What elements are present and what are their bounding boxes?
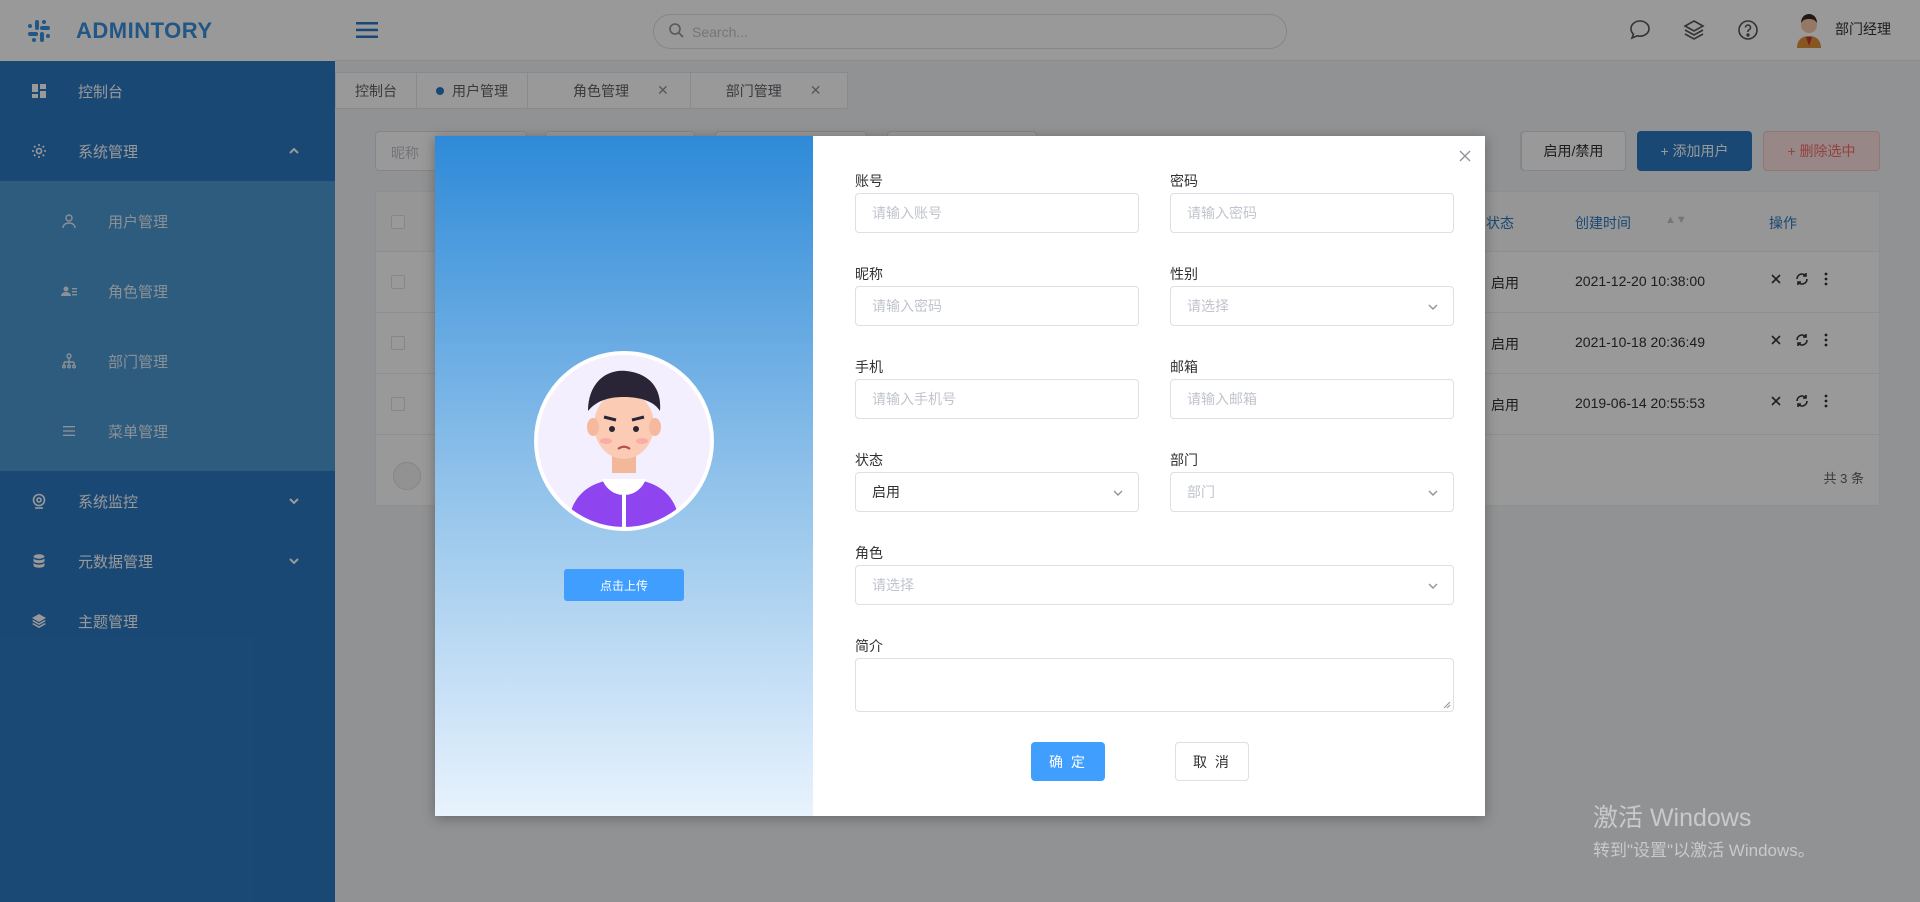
nickname-field[interactable]: 请输入密码 [855,286,1139,326]
gender-select[interactable]: 请选择 [1170,286,1454,326]
resize-handle-icon[interactable] [1443,701,1451,709]
avatar-image[interactable] [534,351,714,531]
nickname-placeholder: 请输入密码 [872,298,942,314]
status-select[interactable]: 启用 [855,472,1139,512]
nickname-label: 昵称 [855,266,883,282]
account-label: 账号 [855,173,883,189]
password-field[interactable]: 请输入密码 [1170,193,1454,233]
gender-label: 性别 [1170,266,1198,282]
password-placeholder: 请输入密码 [1187,205,1257,221]
department-select[interactable]: 部门 [1170,472,1454,512]
cancel-button[interactable]: 取 消 [1175,742,1249,781]
password-label: 密码 [1170,173,1198,189]
chevron-down-icon [1427,300,1439,312]
chevron-down-icon [1112,486,1124,498]
department-placeholder: 部门 [1187,484,1215,500]
status-label: 状态 [855,452,883,468]
upload-avatar-button[interactable]: 点击上传 [564,569,684,601]
bio-textarea[interactable] [855,658,1454,712]
department-label: 部门 [1170,452,1198,468]
windows-activation-watermark: 激活 Windows 转到"设置"以激活 Windows。 [1593,798,1815,861]
account-field[interactable]: 请输入账号 [855,193,1139,233]
watermark-line1: 激活 Windows [1593,804,1752,832]
phone-label: 手机 [855,359,883,375]
watermark-line2: 转到"设置"以激活 Windows。 [1593,841,1815,860]
gender-placeholder: 请选择 [1187,298,1229,314]
confirm-button[interactable]: 确 定 [1031,742,1105,781]
phone-placeholder: 请输入手机号 [872,391,956,407]
role-label: 角色 [855,545,883,561]
status-value: 启用 [872,484,900,500]
phone-field[interactable]: 请输入手机号 [855,379,1139,419]
email-field[interactable]: 请输入邮箱 [1170,379,1454,419]
role-select[interactable]: 请选择 [855,565,1454,605]
role-placeholder: 请选择 [872,577,914,593]
account-placeholder: 请输入账号 [872,205,942,221]
email-label: 邮箱 [1170,359,1198,375]
add-user-dialog: 点击上传 账号 请输入账号 密码 请输入密码 昵称 请输入密码 性别 请选择 手… [435,136,1485,816]
email-placeholder: 请输入邮箱 [1187,391,1257,407]
avatar-panel: 点击上传 [435,136,813,816]
bio-label: 简介 [855,638,883,654]
close-icon[interactable] [1457,148,1473,164]
chevron-down-icon [1427,579,1439,591]
chevron-down-icon [1427,486,1439,498]
